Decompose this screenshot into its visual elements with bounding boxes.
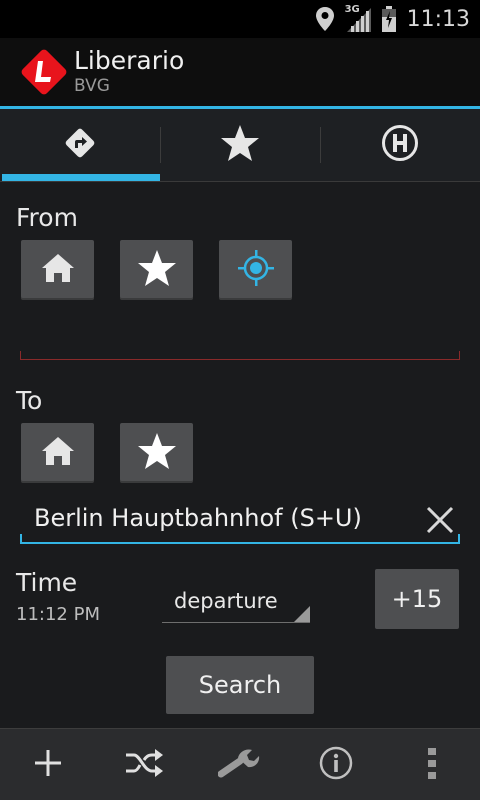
- from-gps-button[interactable]: [219, 240, 292, 300]
- app-subtitle: BVG: [74, 76, 110, 96]
- star-icon: [220, 124, 260, 166]
- to-location-input[interactable]: Berlin Hauptbahnhof (S+U): [20, 494, 460, 544]
- app-logo-icon[interactable]: [20, 48, 68, 96]
- info-icon: [319, 746, 353, 784]
- bottom-action-bar: [0, 728, 480, 800]
- home-icon: [40, 435, 76, 471]
- settings-button[interactable]: [200, 729, 280, 800]
- swap-button[interactable]: [104, 729, 184, 800]
- to-home-button[interactable]: [21, 423, 94, 483]
- home-icon: [40, 252, 76, 288]
- overflow-menu-button[interactable]: [392, 729, 472, 800]
- search-button[interactable]: Search: [166, 656, 314, 714]
- time-label: Time: [16, 568, 78, 597]
- add-button[interactable]: [8, 729, 88, 800]
- time-mode-value: departure: [174, 589, 278, 613]
- app-title: Liberario: [74, 46, 185, 75]
- star-icon: [137, 249, 177, 291]
- tab-stations[interactable]: [320, 109, 480, 181]
- station-h-icon: [381, 124, 419, 166]
- from-location-input[interactable]: [20, 310, 460, 360]
- clear-icon[interactable]: [420, 500, 460, 540]
- to-favorite-button[interactable]: [120, 423, 193, 483]
- dropdown-triangle-icon: [294, 606, 310, 622]
- plus-15-button[interactable]: +15: [375, 569, 459, 629]
- time-value[interactable]: 11:12 PM: [16, 604, 100, 625]
- directions-icon: [63, 126, 97, 164]
- action-bar-titles: Liberario BVG: [74, 47, 184, 97]
- tab-directions[interactable]: [0, 109, 160, 181]
- tab-favorites[interactable]: [160, 109, 320, 181]
- to-location-value: Berlin Hauptbahnhof (S+U): [34, 504, 362, 532]
- signal-icon: 3G: [345, 4, 371, 32]
- tab-bar: [0, 109, 480, 182]
- gps-icon: [237, 249, 275, 291]
- from-home-button[interactable]: [21, 240, 94, 300]
- overflow-icon: [426, 746, 438, 784]
- status-time: 11:13: [406, 6, 470, 32]
- time-mode-select[interactable]: departure: [162, 583, 310, 623]
- to-label: To: [16, 386, 43, 415]
- info-button[interactable]: [296, 729, 376, 800]
- location-icon: [315, 6, 335, 32]
- from-favorite-button[interactable]: [120, 240, 193, 300]
- battery-icon: [381, 6, 397, 32]
- wrench-icon: [217, 747, 262, 783]
- from-label: From: [16, 203, 78, 232]
- star-icon: [137, 432, 177, 474]
- shuffle-icon: [124, 748, 164, 782]
- status-bar: 3G 11:13: [0, 0, 480, 38]
- action-bar: Liberario BVG: [0, 38, 480, 106]
- add-icon: [34, 749, 62, 781]
